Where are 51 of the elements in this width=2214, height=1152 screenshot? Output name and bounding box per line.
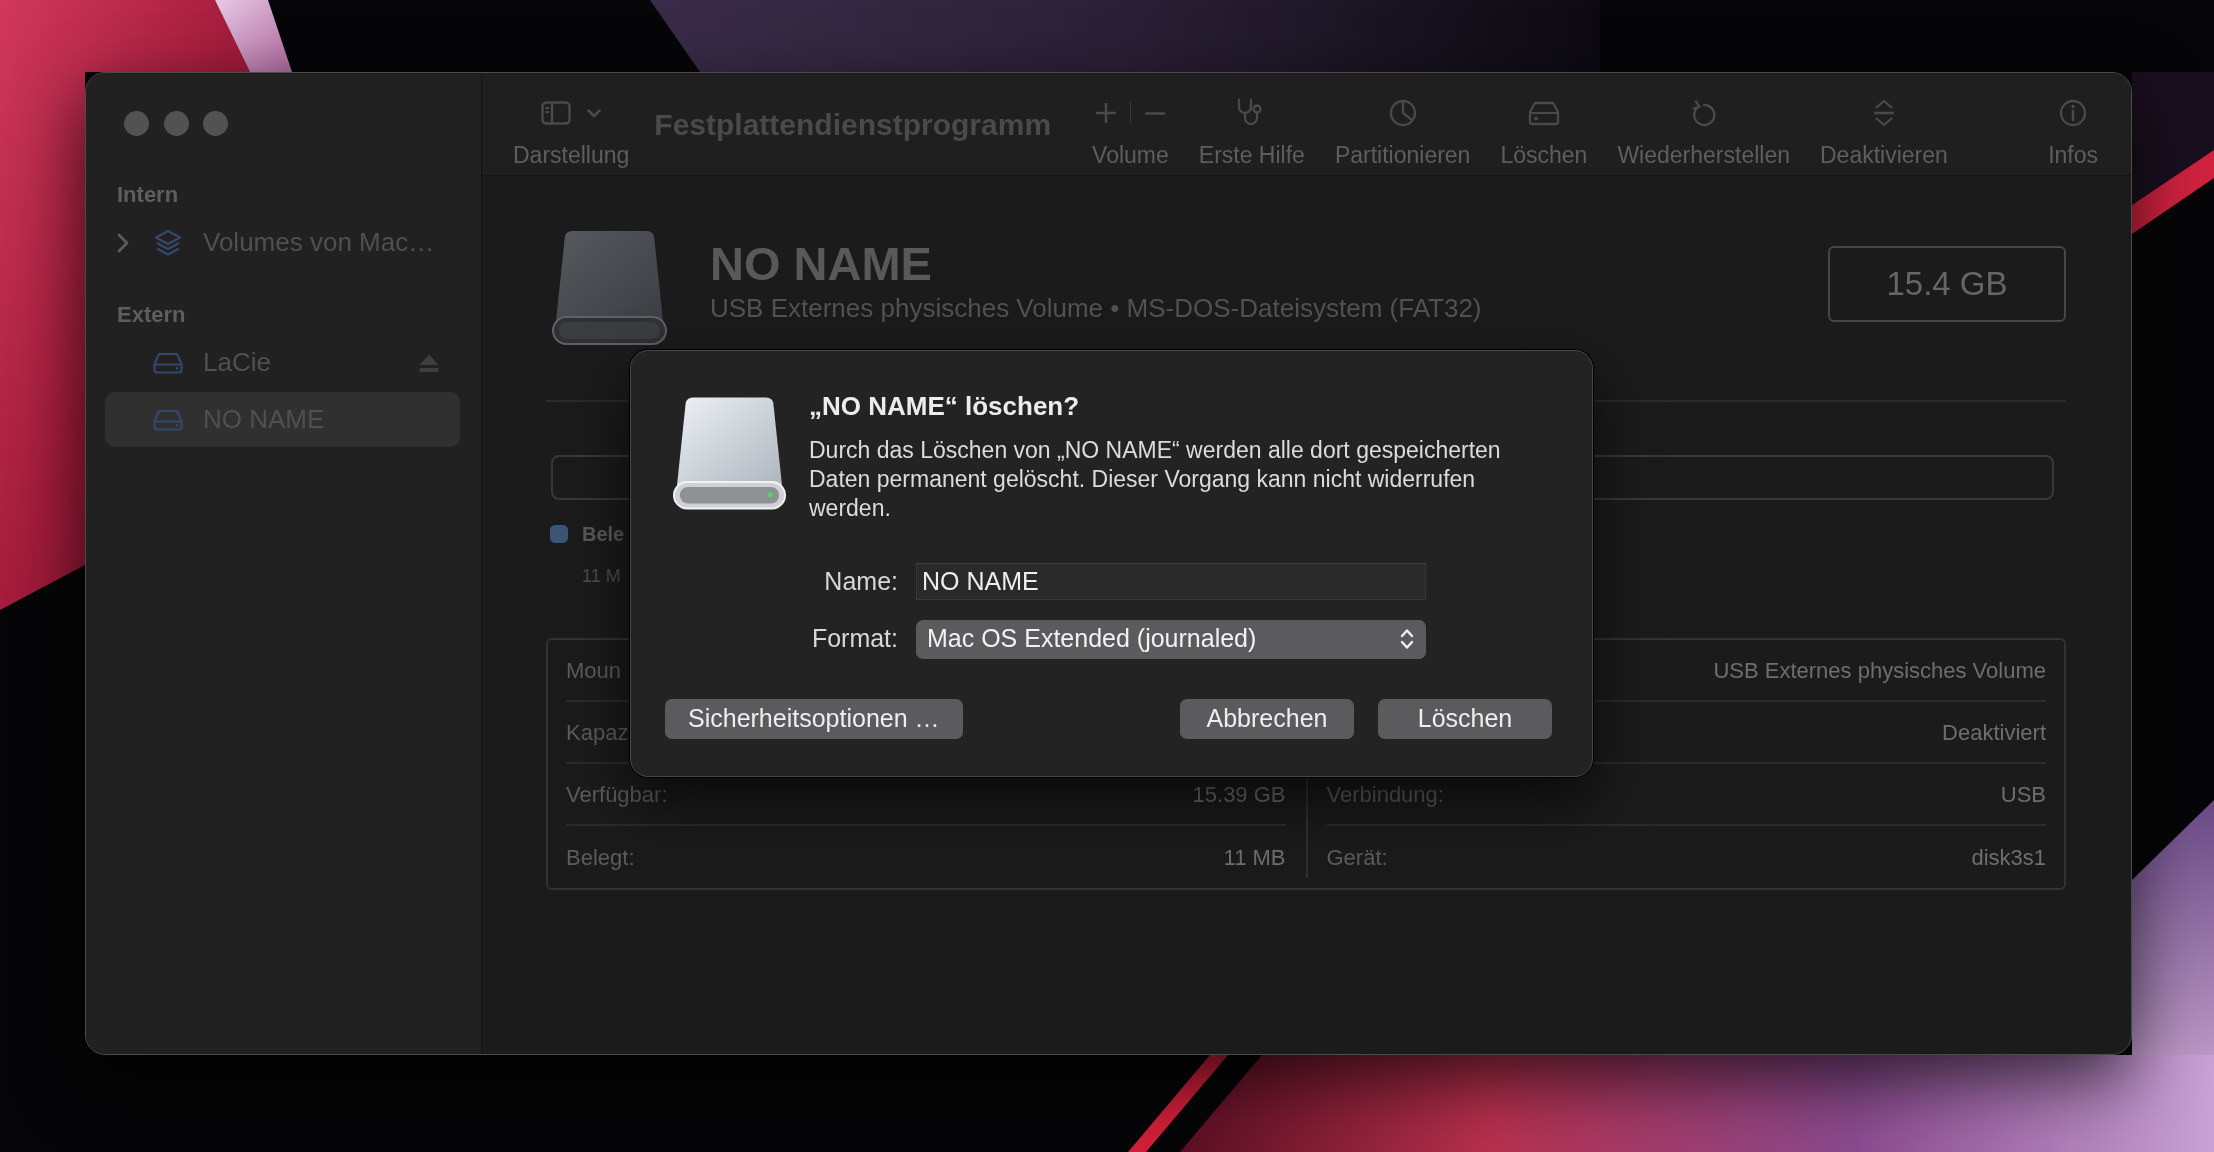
field-label: Format:	[811, 623, 898, 655]
drive-icon	[153, 351, 183, 374]
detail-value: Deaktiviert	[1942, 718, 2046, 747]
cancel-button[interactable]: Abbrechen	[1180, 698, 1354, 739]
up-down-chevron-icon	[1400, 628, 1414, 650]
detail-value: 15.39 GB	[1192, 780, 1286, 809]
info-button[interactable]: Infos	[2048, 98, 2098, 168]
dialog-message: Durch das Löschen von „NO NAME“ werden alle dort gespeicherten Daten permanent gelöscht. Dieser Vorgang kann nicht widerrufen werden.	[809, 436, 1502, 523]
detail-label: Verfügbar:	[566, 780, 668, 809]
window-control-button[interactable]	[203, 111, 228, 136]
dialog-title: „NO NAME“ löschen?	[809, 391, 1080, 421]
detail-label: Kapaz	[566, 718, 629, 747]
detail-label: Belegt:	[566, 843, 635, 872]
chevron-icon[interactable]	[117, 232, 129, 253]
first-aid-button[interactable]: Erste Hilfe	[1198, 98, 1305, 168]
drive-icon	[153, 408, 183, 431]
plus-icon	[1095, 103, 1116, 123]
external-drive-icon	[672, 395, 787, 511]
detail-value: USB Externes physisches Volume	[1713, 656, 2046, 685]
detail-value: 11 MB	[1223, 843, 1286, 872]
detail-value: disk3s1	[1971, 843, 2046, 872]
security-options-button[interactable]: Sicherheitsoptionen …	[665, 698, 963, 739]
window-control-button[interactable]	[124, 111, 149, 136]
layers-icon	[153, 227, 183, 258]
volume-button[interactable]: Volume	[1092, 98, 1169, 168]
detail-label: Moun	[566, 656, 622, 685]
external-drive-icon	[551, 229, 668, 346]
capacity-display: 15.4 GB	[1828, 246, 2066, 322]
circular-arrow-icon	[1690, 98, 1717, 128]
info-icon	[2059, 99, 2088, 127]
pie-chart-icon	[1388, 99, 1417, 127]
unmount-button[interactable]: Deaktivieren	[1820, 98, 1948, 168]
legend-label: Bele	[582, 525, 625, 543]
section-heading: Extern	[117, 301, 186, 329]
eject-icon[interactable]	[418, 352, 440, 373]
restore-button[interactable]: Wiederherstellen	[1617, 98, 1790, 168]
window-control-button[interactable]	[163, 111, 189, 136]
volume-name: NO NAME	[710, 238, 932, 290]
partition-button[interactable]: Partitionieren	[1334, 98, 1471, 168]
view-button[interactable]: Darstellung	[513, 98, 630, 168]
erase-confirm-button[interactable]: Löschen	[1378, 698, 1552, 739]
detail-value: USB	[2000, 780, 2046, 809]
field-label: Name:	[824, 566, 898, 597]
sidebar-icon	[541, 101, 572, 125]
format-popup[interactable]: Mac OS Extended (journaled)	[916, 619, 1426, 659]
minus-icon	[1144, 111, 1165, 115]
caret-icon	[587, 108, 602, 118]
erase-button[interactable]: Löschen	[1500, 98, 1588, 168]
section-heading: Intern	[117, 181, 179, 209]
detail-label: Gerät:	[1326, 843, 1388, 872]
name-field[interactable]: NO NAME	[916, 563, 1426, 601]
